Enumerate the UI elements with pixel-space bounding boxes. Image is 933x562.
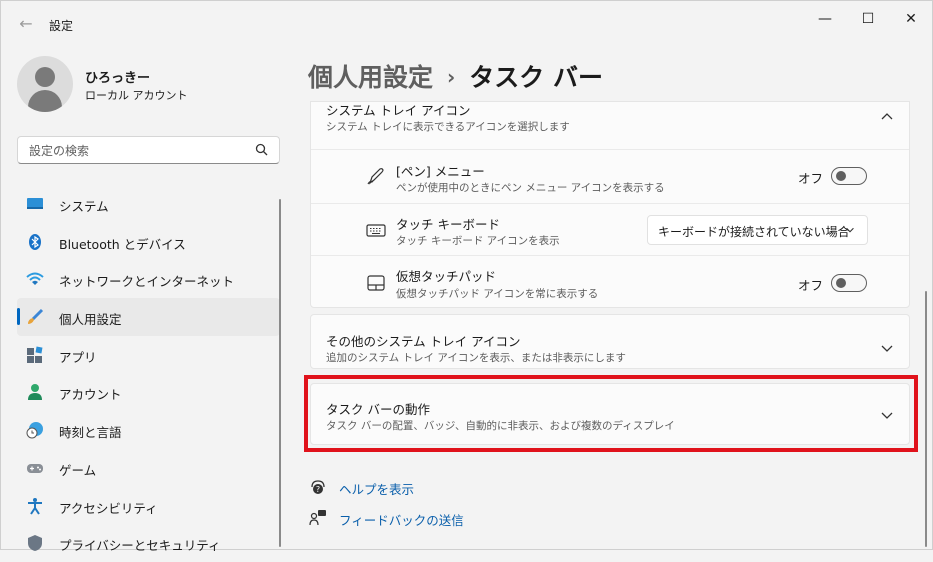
search-box: [17, 136, 280, 164]
help-icon: ?: [311, 480, 325, 494]
sidebar-item-accounts[interactable]: アカウント: [17, 373, 280, 411]
accessibility-icon: [28, 497, 42, 515]
sidebar-item-accessibility[interactable]: アクセシビリティ: [17, 487, 280, 525]
account-type: ローカル アカウント: [85, 89, 188, 102]
shield-icon: [28, 535, 42, 552]
avatar[interactable]: [17, 56, 73, 112]
account-icon: [28, 384, 42, 401]
sidebar-item-label: 時刻と言語: [59, 425, 122, 441]
sidebar-item-label: ネットワークとインターネット: [59, 274, 235, 290]
breadcrumb: 個人用設定 › タスク バー: [308, 58, 603, 94]
virtual-touchpad-toggle[interactable]: [831, 274, 867, 292]
title-bar: ← 設定 — ☐ ✕: [1, 1, 932, 45]
feedback-link[interactable]: フィードバックの送信: [339, 510, 464, 529]
row-subtitle: ペンが使用中のときにペン メニュー アイコンを表示する: [396, 182, 665, 194]
section-title: その他のシステム トレイ アイコン: [326, 334, 521, 349]
brush-icon: [28, 309, 44, 325]
sidebar-item-label: アクセシビリティ: [59, 500, 158, 516]
row-title: タッチ キーボード: [396, 217, 500, 232]
row-title: 仮想タッチパッド: [396, 269, 497, 284]
settings-window: ← 設定 — ☐ ✕ ひろっきー ローカル アカウント システム: [0, 0, 933, 553]
gamepad-icon: [27, 463, 43, 473]
app-title: 設定: [49, 19, 74, 33]
system-icon: [27, 198, 43, 209]
sidebar-item-label: アプリ: [59, 349, 97, 365]
row-subtitle: 仮想タッチパッド アイコンを常に表示する: [396, 288, 599, 300]
search-icon[interactable]: [254, 142, 270, 158]
pen-menu-toggle[interactable]: [831, 167, 867, 185]
section-subtitle: 追加のシステム トレイ アイコンを表示、または非表示にします: [326, 352, 626, 364]
sidebar-item-label: 個人用設定: [59, 312, 122, 328]
chevron-right-icon: ›: [447, 65, 456, 89]
sidebar-nav: システム Bluetooth とデバイス ネットワークとインターネット 個人用設: [17, 185, 280, 562]
svg-text:?: ?: [316, 485, 320, 494]
maximize-button[interactable]: ☐: [848, 9, 888, 29]
wifi-icon: [26, 272, 44, 286]
chevron-down-icon: [846, 227, 854, 233]
sidebar-item-personalization[interactable]: 個人用設定: [17, 298, 280, 336]
content-scrollbar[interactable]: [925, 291, 927, 547]
dropdown-value: キーボードが接続されていない場合: [658, 225, 850, 239]
user-name: ひろっきー: [85, 71, 151, 86]
clock-globe-icon: [26, 422, 43, 439]
sidebar-item-privacy[interactable]: プライバシーとセキュリティ: [17, 524, 280, 562]
sidebar-item-label: システム: [59, 199, 109, 214]
pen-icon: [367, 168, 384, 185]
other-tray-icons-section[interactable]: その他のシステム トレイ アイコン 追加のシステム トレイ アイコンを表示、また…: [310, 314, 910, 369]
back-button[interactable]: ←: [15, 13, 37, 35]
help-link[interactable]: ヘルプを表示: [339, 479, 414, 498]
selection-indicator: [17, 308, 20, 326]
toggle-state-label: オフ: [798, 278, 824, 293]
close-button[interactable]: ✕: [891, 9, 931, 29]
section-subtitle: システム トレイに表示できるアイコンを選択します: [326, 121, 570, 133]
sidebar-item-apps[interactable]: アプリ: [17, 336, 280, 374]
keyboard-icon: [366, 224, 386, 237]
toggle-state-label: オフ: [798, 171, 824, 186]
row-subtitle: タッチ キーボード アイコンを表示: [396, 235, 560, 247]
bluetooth-icon: [29, 233, 41, 250]
sidebar-scrollbar[interactable]: [279, 199, 281, 547]
search-input[interactable]: [27, 141, 251, 161]
touchpad-icon: [367, 275, 385, 291]
chevron-up-icon[interactable]: [880, 110, 894, 124]
sidebar-item-gaming[interactable]: ゲーム: [17, 449, 280, 487]
system-tray-section: システム トレイ アイコン システム トレイに表示できるアイコンを選択します […: [310, 101, 910, 308]
page-title: タスク バー: [469, 63, 603, 92]
sidebar-item-label: アカウント: [59, 387, 122, 403]
sidebar-item-system[interactable]: システム: [17, 185, 280, 223]
feedback-icon: [309, 510, 326, 526]
sidebar-item-network[interactable]: ネットワークとインターネット: [17, 260, 280, 298]
apps-icon: [27, 346, 43, 363]
highlight-box: [304, 375, 918, 452]
sidebar-item-bluetooth[interactable]: Bluetooth とデバイス: [17, 223, 280, 261]
sidebar-item-label: プライバシーとセキュリティ: [59, 538, 221, 554]
sidebar-item-time-language[interactable]: 時刻と言語: [17, 411, 280, 449]
sidebar-item-label: ゲーム: [59, 462, 97, 478]
chevron-down-icon: [881, 345, 893, 352]
minimize-button[interactable]: —: [805, 9, 845, 29]
section-title: システム トレイ アイコン: [326, 103, 471, 118]
touch-keyboard-dropdown[interactable]: キーボードが接続されていない場合: [647, 215, 868, 245]
sidebar-item-label: Bluetooth とデバイス: [59, 236, 186, 252]
breadcrumb-parent[interactable]: 個人用設定: [308, 63, 433, 92]
row-title: [ペン] メニュー: [396, 164, 485, 179]
